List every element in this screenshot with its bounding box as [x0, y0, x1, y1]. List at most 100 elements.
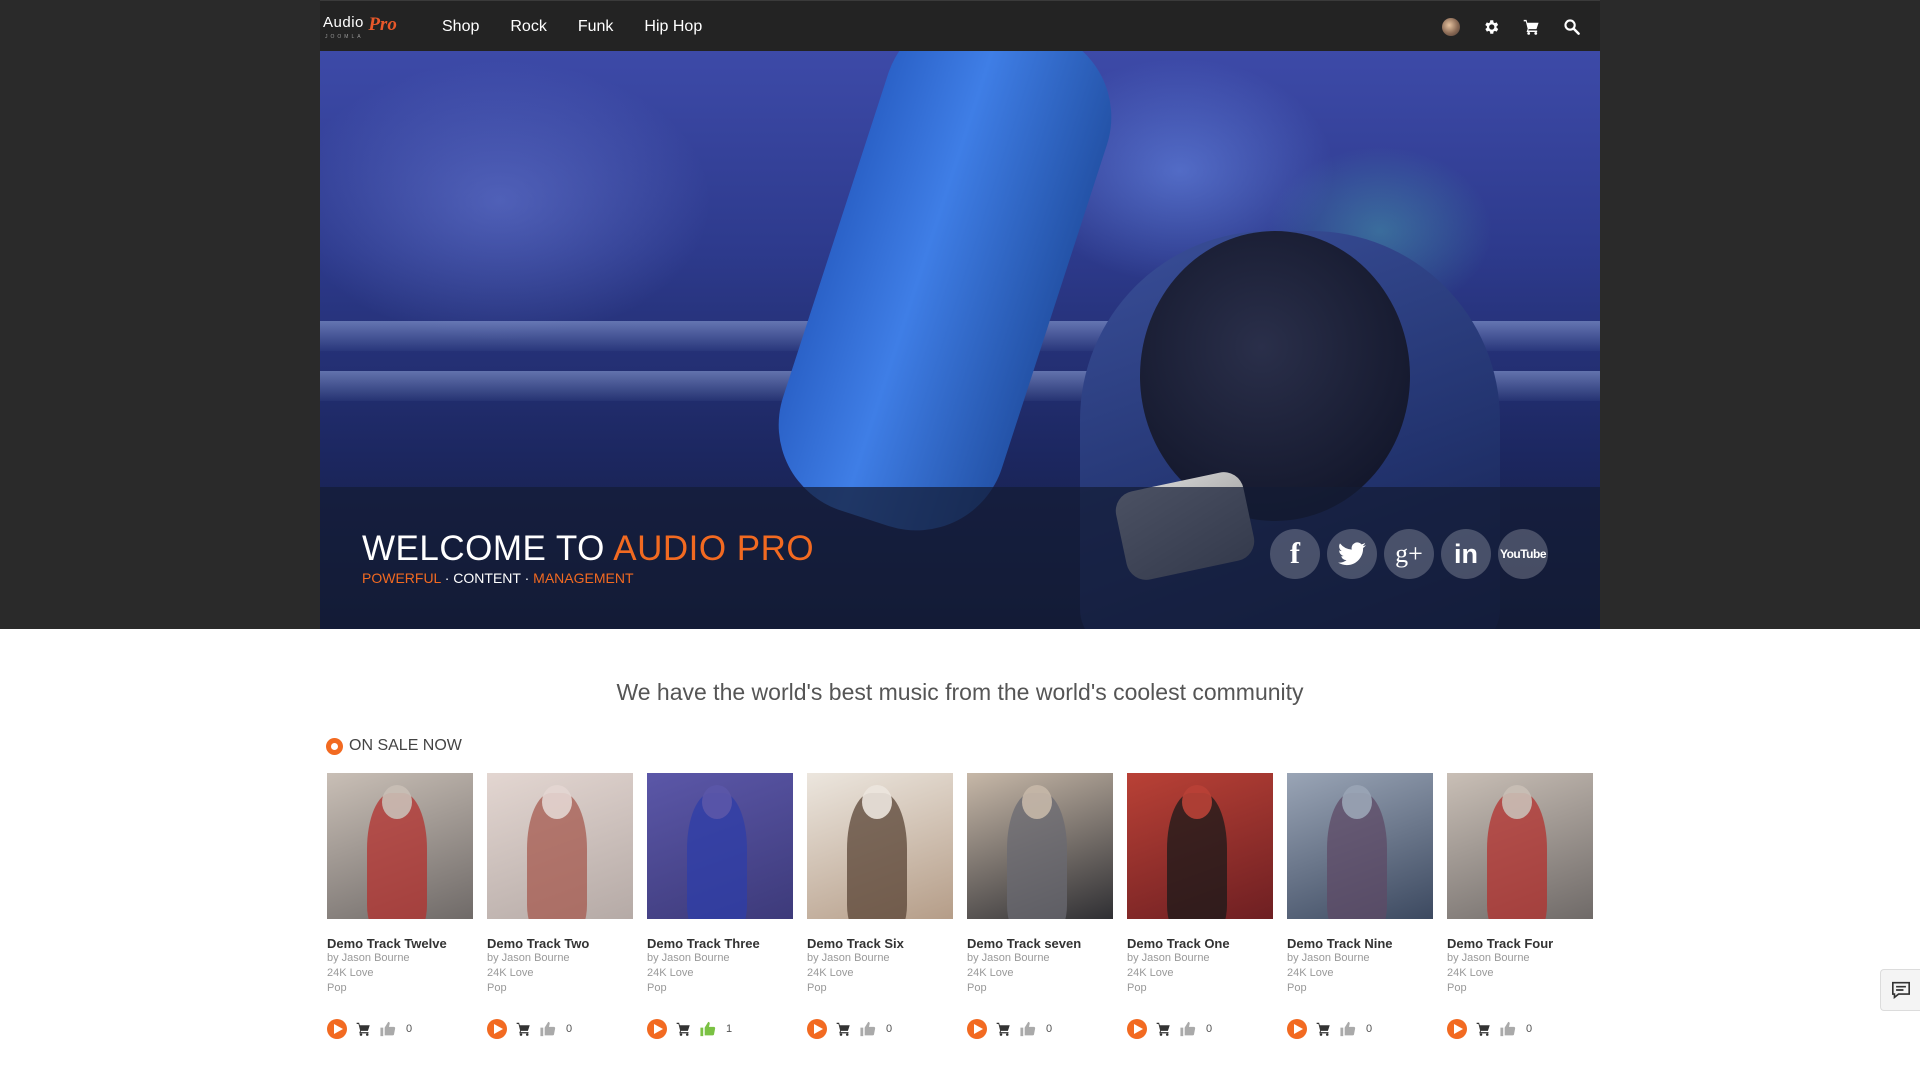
track-album: 24K Love [1127, 967, 1174, 979]
user-avatar-icon[interactable] [1440, 16, 1462, 38]
nav-link-shop[interactable]: Shop [442, 18, 479, 36]
track-artist: by Jason Bourne [647, 952, 730, 964]
track-album: 24K Love [967, 967, 1014, 979]
thumbs-up-icon[interactable] [1179, 1021, 1196, 1037]
cart-icon[interactable] [836, 1022, 851, 1036]
thumbs-up-icon[interactable] [1499, 1021, 1516, 1037]
track-thumbnail[interactable] [487, 773, 633, 919]
hero-banner: WELCOME TO AUDIO PRO POWERFUL · CONTENT … [320, 51, 1600, 629]
like-count: 0 [1206, 1023, 1213, 1035]
like-count: 1 [726, 1023, 733, 1035]
disc-icon [326, 737, 343, 755]
track-card: Demo Track Twelve by Jason Bourne 24K Love… [327, 773, 473, 1040]
track-genre: Pop [1287, 982, 1307, 994]
play-icon[interactable] [647, 1019, 667, 1039]
play-icon[interactable] [1287, 1019, 1307, 1039]
nav-link-funk[interactable]: Funk [578, 18, 614, 36]
cart-icon[interactable] [516, 1022, 531, 1036]
track-title[interactable]: Demo Track Three [647, 936, 793, 951]
like-count: 0 [1366, 1023, 1373, 1035]
thumbnail-figure [382, 785, 412, 819]
like-count: 0 [886, 1023, 893, 1035]
like-count: 0 [566, 1023, 573, 1035]
track-album: 24K Love [1447, 967, 1494, 979]
dj-head [1140, 231, 1410, 521]
cart-icon[interactable] [1156, 1022, 1171, 1036]
tag-content: CONTENT [453, 570, 521, 586]
hero-caption: WELCOME TO AUDIO PRO POWERFUL · CONTENT … [320, 487, 1600, 629]
track-artist: by Jason Bourne [807, 952, 890, 964]
track-album: 24K Love [807, 967, 854, 979]
hero-tagline: POWERFUL · CONTENT · MANAGEMENT [362, 570, 634, 586]
track-thumbnail[interactable] [647, 773, 793, 919]
site-logo[interactable]: Audio Pro JOOMLA [323, 14, 433, 40]
google-plus-icon[interactable]: g+ [1384, 529, 1434, 579]
track-title[interactable]: Demo Track Two [487, 936, 633, 951]
thumbs-up-icon[interactable] [539, 1021, 556, 1037]
thumbs-up-icon[interactable] [1339, 1021, 1356, 1037]
track-title[interactable]: Demo Track Four [1447, 936, 1593, 951]
track-artist: by Jason Bourne [1287, 952, 1370, 964]
track-thumbnail[interactable] [807, 773, 953, 919]
track-artist: by Jason Bourne [327, 952, 410, 964]
thumbs-up-icon[interactable] [699, 1021, 716, 1037]
dj-raised-arm [755, 51, 1135, 554]
linkedin-icon[interactable]: in [1441, 529, 1491, 579]
cart-icon[interactable] [676, 1022, 691, 1036]
chat-icon [1892, 981, 1910, 999]
hero-title-prefix: WELCOME TO [362, 529, 605, 568]
play-icon[interactable] [967, 1019, 987, 1039]
cart-icon[interactable] [996, 1022, 1011, 1036]
track-thumbnail[interactable] [1447, 773, 1593, 919]
facebook-icon[interactable]: f [1270, 529, 1320, 579]
track-genre: Pop [1127, 982, 1147, 994]
thumbs-up-icon[interactable] [859, 1021, 876, 1037]
track-title[interactable]: Demo Track Twelve [327, 936, 473, 951]
nav-link-hip-hop[interactable]: Hip Hop [644, 18, 702, 36]
track-artist: by Jason Bourne [967, 952, 1050, 964]
nav-link-rock[interactable]: Rock [510, 18, 546, 36]
track-album: 24K Love [647, 967, 694, 979]
play-icon[interactable] [807, 1019, 827, 1039]
twitter-icon[interactable] [1327, 529, 1377, 579]
play-icon[interactable] [487, 1019, 507, 1039]
track-title[interactable]: Demo Track seven [967, 936, 1113, 951]
track-genre: Pop [327, 982, 347, 994]
track-thumbnail[interactable] [967, 773, 1113, 919]
track-thumbnail[interactable] [1287, 773, 1433, 919]
section-title: ON SALE NOW [326, 737, 462, 755]
track-title[interactable]: Demo Track Six [807, 936, 953, 951]
cart-icon[interactable] [356, 1022, 371, 1036]
track-title[interactable]: Demo Track Nine [1287, 936, 1433, 951]
track-actions: 0 [1447, 1018, 1593, 1040]
thumbnail-figure [1182, 785, 1212, 819]
feedback-button[interactable] [1880, 969, 1920, 1011]
track-list: Demo Track Twelve by Jason Bourne 24K Love… [327, 773, 1607, 1040]
track-title[interactable]: Demo Track One [1127, 936, 1273, 951]
youtube-icon[interactable]: YouTube [1498, 529, 1548, 579]
track-actions: 0 [1127, 1018, 1273, 1040]
cart-icon[interactable] [1520, 16, 1542, 38]
cart-icon[interactable] [1316, 1022, 1331, 1036]
track-card: Demo Track Six by Jason Bourne 24K Love Pop… [807, 773, 953, 1040]
thumbs-up-icon[interactable] [1019, 1021, 1036, 1037]
tag-management: MANAGEMENT [533, 570, 634, 586]
track-thumbnail[interactable] [1127, 773, 1273, 919]
play-icon[interactable] [1447, 1019, 1467, 1039]
search-icon[interactable] [1560, 16, 1582, 38]
cart-icon[interactable] [1476, 1022, 1491, 1036]
play-icon[interactable] [1127, 1019, 1147, 1039]
track-thumbnail[interactable] [327, 773, 473, 919]
gear-icon[interactable] [1480, 16, 1502, 38]
tag-separator: · [444, 570, 450, 586]
nav-menu: Shop Rock Funk Hip Hop [442, 1, 733, 52]
track-card: Demo Track Four by Jason Bourne 24K Love Po… [1447, 773, 1593, 1040]
thumbnail-figure [1342, 785, 1372, 819]
logo-subtitle: JOOMLA [325, 34, 364, 40]
track-album: 24K Love [1287, 967, 1334, 979]
track-actions: 0 [967, 1018, 1113, 1040]
track-card: Demo Track One by Jason Bourne 24K Love Pop… [1127, 773, 1273, 1040]
play-icon[interactable] [327, 1019, 347, 1039]
page-headline: We have the world's best music from the … [616, 679, 1304, 705]
thumbs-up-icon[interactable] [379, 1021, 396, 1037]
